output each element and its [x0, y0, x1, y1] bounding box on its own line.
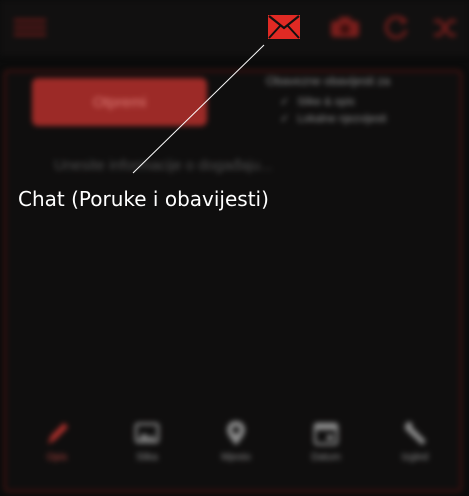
callout-line [132, 44, 265, 174]
annotation-caption: Chat (Poruke i obavijesti) [18, 187, 269, 211]
